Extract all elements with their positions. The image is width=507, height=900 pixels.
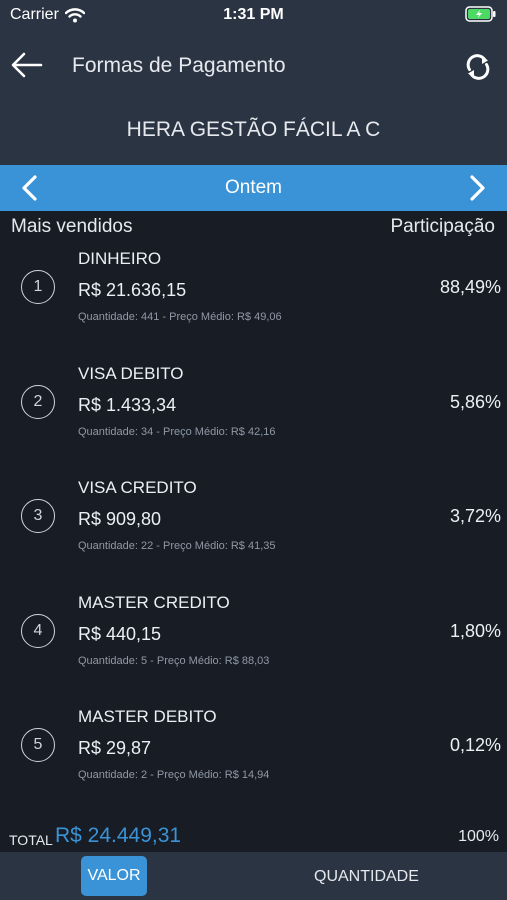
rank-badge: 1 bbox=[21, 270, 55, 304]
list-item[interactable]: 2 VISA DEBITO R$ 1.433,34 Quantidade: 34… bbox=[0, 356, 507, 471]
list-header-right: Participação bbox=[390, 216, 495, 237]
list-item[interactable]: 3 VISA CREDITO R$ 909,80 Quantidade: 22 … bbox=[0, 470, 507, 585]
payment-value: R$ 1.433,34 bbox=[78, 394, 177, 415]
list-item[interactable]: 5 MASTER DEBITO R$ 29,87 Quantidade: 2 -… bbox=[0, 699, 507, 814]
payment-detail: Quantidade: 441 - Preço Médio: R$ 49,06 bbox=[78, 311, 282, 323]
payment-detail: Quantidade: 22 - Preço Médio: R$ 41,35 bbox=[78, 540, 276, 552]
payment-value: R$ 440,15 bbox=[78, 623, 162, 644]
chevron-right-icon[interactable] bbox=[463, 174, 491, 202]
list-item[interactable]: 1 DINHEIRO R$ 21.636,15 Quantidade: 441 … bbox=[0, 241, 507, 356]
date-label: Ontem bbox=[224, 177, 283, 198]
total-label: TOTAL bbox=[9, 832, 53, 848]
status-bar: Carrier 1:31 PM bbox=[0, 0, 507, 30]
payment-name: VISA DEBITO bbox=[78, 363, 184, 383]
payment-name: MASTER DEBITO bbox=[78, 707, 217, 726]
payment-share: 1,80% bbox=[449, 620, 501, 641]
payment-name: VISA CREDITO bbox=[78, 478, 197, 497]
payment-value: R$ 909,80 bbox=[78, 509, 162, 529]
rank-badge: 3 bbox=[21, 499, 55, 533]
total-share: 100% bbox=[458, 828, 499, 845]
tab-valor[interactable]: VALOR bbox=[81, 856, 147, 896]
battery-icon bbox=[465, 6, 497, 27]
back-arrow-icon[interactable] bbox=[10, 50, 44, 80]
payment-name: MASTER CREDITO bbox=[78, 592, 230, 612]
refresh-icon[interactable] bbox=[463, 52, 493, 82]
tab-quantidade[interactable]: QUANTIDADE bbox=[314, 868, 419, 886]
store-name: HERA GESTÃO FÁCIL A C bbox=[126, 118, 381, 141]
total-amount: R$ 24.449,31 bbox=[55, 824, 182, 847]
payment-value: R$ 21.636,15 bbox=[78, 280, 187, 300]
tab-bar: VALOR QUANTIDADE bbox=[0, 852, 507, 900]
rank-badge: 4 bbox=[21, 613, 55, 648]
payment-value: R$ 29,87 bbox=[78, 738, 152, 758]
list-header-left: Mais vendidos bbox=[11, 216, 133, 237]
payment-detail: Quantidade: 5 - Preço Médio: R$ 88,03 bbox=[78, 654, 270, 667]
payment-share: 0,12% bbox=[449, 735, 501, 755]
payment-share: 88,49% bbox=[439, 277, 501, 297]
page-title: Formas de Pagamento bbox=[72, 54, 286, 77]
list-item[interactable]: 4 MASTER CREDITO R$ 440,15 Quantidade: 5… bbox=[0, 585, 507, 700]
total-row: TOTAL R$ 24.449,31 100% bbox=[0, 822, 507, 852]
list-header: Mais vendidos Participação bbox=[0, 214, 507, 238]
rank-badge: 5 bbox=[21, 728, 55, 762]
rank-badge: 2 bbox=[21, 384, 55, 419]
nav-bar: Formas de Pagamento HERA GESTÃO FÁCIL A … bbox=[0, 30, 507, 165]
payment-share: 5,86% bbox=[449, 391, 501, 412]
payment-list: 1 DINHEIRO R$ 21.636,15 Quantidade: 441 … bbox=[0, 241, 507, 814]
payment-detail: Quantidade: 34 - Preço Médio: R$ 42,16 bbox=[78, 425, 276, 438]
payment-name: DINHEIRO bbox=[78, 249, 162, 268]
date-navigator: Ontem bbox=[0, 165, 507, 211]
clock: 1:31 PM bbox=[223, 6, 284, 23]
payment-detail: Quantidade: 2 - Preço Médio: R$ 14,94 bbox=[78, 769, 270, 781]
payment-share: 3,72% bbox=[449, 506, 501, 526]
